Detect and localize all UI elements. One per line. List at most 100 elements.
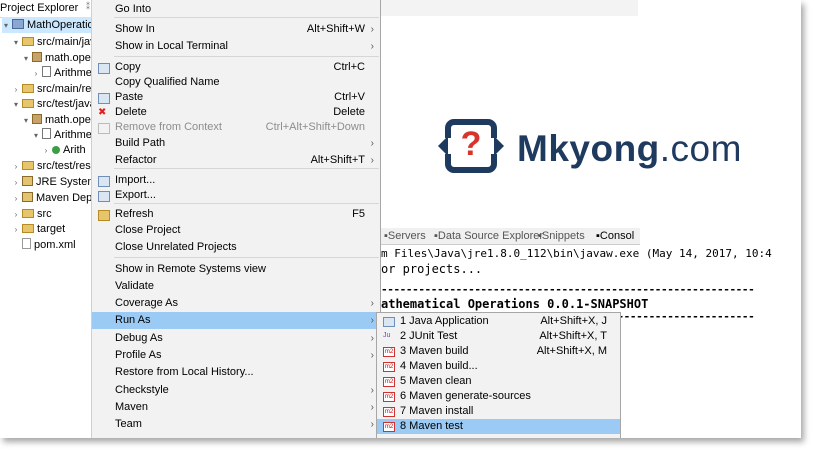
run-as-item-5-maven-clean[interactable]: m2 5 Maven clean bbox=[377, 374, 620, 389]
tree-item[interactable]: ▾ src/main/java bbox=[12, 34, 102, 50]
menu-item-debug-as[interactable]: Debug As › bbox=[92, 330, 380, 347]
chevron-right-icon[interactable]: › bbox=[32, 66, 40, 82]
menu-item-label: Coverage As bbox=[115, 297, 178, 309]
menu-item-refresh[interactable]: Refresh F5 bbox=[92, 206, 380, 223]
menu-item-show-in-local-terminal[interactable]: Show in Local Terminal › bbox=[92, 38, 380, 55]
chevron-down-icon[interactable]: ▾ bbox=[12, 35, 20, 51]
run-as-item-6-maven-generate-sources[interactable]: m2 6 Maven generate-sources bbox=[377, 389, 620, 404]
tree-item[interactable]: › src/test/reso bbox=[12, 158, 97, 174]
menu-item-go-into[interactable]: Go Into bbox=[92, 1, 380, 18]
editor-area-strip bbox=[380, 0, 638, 16]
tree-item[interactable]: ▾ src/test/java bbox=[12, 96, 96, 112]
menu-item-validate[interactable]: Validate bbox=[92, 278, 380, 295]
menu-item-profile-as[interactable]: Profile As › bbox=[92, 347, 380, 364]
chevron-down-icon[interactable]: ▾ bbox=[2, 18, 10, 34]
menu-item-checkstyle[interactable]: Checkstyle › bbox=[92, 382, 380, 399]
chevron-right-icon[interactable]: › bbox=[12, 222, 20, 238]
run-as-item-8-maven-test[interactable]: m2 8 Maven test bbox=[377, 419, 620, 434]
tree-item-label: Maven Depe bbox=[36, 192, 99, 204]
menu-item-run-as[interactable]: Run As › bbox=[92, 312, 380, 329]
menu-item-coverage-as[interactable]: Coverage As › bbox=[92, 295, 380, 312]
tree-item[interactable]: › JRE System bbox=[12, 174, 97, 190]
tree-item[interactable]: › src/main/reso bbox=[12, 81, 103, 97]
chevron-right-icon[interactable]: › bbox=[12, 175, 20, 191]
chevron-right-icon[interactable]: › bbox=[12, 159, 20, 175]
tree-item-label: math.oper bbox=[45, 114, 95, 126]
mkyong-logo-text: Mkyong.com bbox=[517, 128, 742, 169]
menu-item-label: Run As bbox=[115, 314, 151, 326]
console-tabs: ▪Servers ▪Data Source Explorer ▪Snippets… bbox=[378, 228, 640, 245]
tree-item-label: JRE System bbox=[36, 176, 97, 188]
menu-item-refactor[interactable]: Refactor Alt+Shift+T › bbox=[92, 152, 380, 169]
run-as-item-label: 8 Maven test bbox=[400, 420, 463, 432]
menu-item-restore-from-local-history[interactable]: Restore from Local History... bbox=[92, 364, 380, 381]
tree-item[interactable]: ▾ MathOperation bbox=[2, 17, 100, 33]
run-as-item-2-junit-test[interactable]: Ju 2 JUnit Test Alt+Shift+X, T bbox=[377, 329, 620, 344]
menu-item-label: Remove from Context bbox=[115, 121, 222, 133]
run-as-item-4-maven-build[interactable]: m2 4 Maven build... bbox=[377, 359, 620, 374]
menu-item-maven[interactable]: Maven › bbox=[92, 399, 380, 416]
package-icon bbox=[32, 114, 42, 124]
package-icon bbox=[32, 52, 42, 62]
menu-item-label: Debug As bbox=[115, 332, 163, 344]
chevron-right-icon[interactable]: › bbox=[12, 191, 20, 207]
menu-item-show-in[interactable]: Show In Alt+Shift+W › bbox=[92, 21, 380, 38]
chevron-down-icon[interactable]: ▾ bbox=[12, 97, 20, 113]
tree-item-label: Arithme bbox=[54, 129, 92, 141]
export-icon bbox=[98, 191, 110, 202]
folder-icon bbox=[22, 161, 34, 170]
tree-item[interactable]: › Maven Depe bbox=[12, 190, 98, 206]
chevron-right-icon[interactable]: › bbox=[42, 143, 50, 159]
tree-item-label: target bbox=[37, 223, 66, 235]
menu-item-label: Refresh bbox=[115, 208, 154, 220]
run-as-item-shortcut: Alt+Shift+X, M bbox=[536, 345, 607, 357]
tab-servers[interactable]: ▪Servers bbox=[384, 230, 426, 242]
tree-item[interactable]: › target bbox=[12, 221, 65, 237]
tree-item-label: math.oper bbox=[45, 52, 95, 64]
run-as-item-label: 2 JUnit Test bbox=[400, 330, 458, 342]
chevron-right-icon: › bbox=[370, 419, 374, 430]
menu-item-build-path[interactable]: Build Path › bbox=[92, 135, 380, 152]
tree-item[interactable]: › Arith bbox=[42, 142, 86, 158]
tree-item[interactable]: ▾ math.oper bbox=[22, 50, 95, 66]
tree-item[interactable]: ▾ Arithme bbox=[32, 127, 92, 143]
chevron-right-icon: › bbox=[370, 385, 374, 396]
project-icon bbox=[12, 19, 24, 29]
tree-item[interactable]: › Arithme bbox=[32, 65, 92, 81]
chevron-right-icon: › bbox=[370, 333, 374, 344]
menu-item-export[interactable]: Export... bbox=[92, 187, 380, 204]
tab-data-source-explorer[interactable]: ▪Data Source Explorer bbox=[434, 230, 543, 242]
menu-item-shortcut: F5 bbox=[352, 208, 365, 220]
menu-item-label: Show in Local Terminal bbox=[115, 40, 228, 52]
folder-icon bbox=[22, 84, 34, 93]
chevron-down-icon[interactable]: ▾ bbox=[22, 113, 30, 129]
run-as-item-shortcut: Alt+Shift+X, J bbox=[540, 315, 607, 327]
project-explorer-title: Project Explorer bbox=[0, 2, 79, 14]
tree-item[interactable]: ▾ math.oper bbox=[22, 112, 95, 128]
menu-item-team[interactable]: Team › bbox=[92, 416, 380, 433]
run-as-item-1-java-application[interactable]: 1 Java Application Alt+Shift+X, J bbox=[377, 314, 620, 329]
tree-item[interactable]: › src bbox=[12, 206, 52, 222]
eclipse-window: Project Explorer ⁑ ▾ MathOperation ▾ src/ma… bbox=[0, 0, 801, 438]
menu-item-show-in-remote-systems-view[interactable]: Show in Remote Systems view bbox=[92, 261, 380, 278]
chevron-down-icon[interactable]: ▾ bbox=[22, 51, 30, 67]
run-as-item-7-maven-install[interactable]: m2 7 Maven install bbox=[377, 404, 620, 419]
tree-item-label: src bbox=[37, 208, 52, 220]
chevron-down-icon[interactable]: ▾ bbox=[32, 128, 40, 144]
tab-console[interactable]: ▪Consol bbox=[596, 230, 634, 242]
run-as-item-label: 4 Maven build... bbox=[400, 360, 478, 372]
run-as-item-label: 6 Maven generate-sources bbox=[400, 390, 531, 402]
tree-item[interactable]: pom.xml bbox=[12, 237, 76, 253]
menu-item-close-project[interactable]: Close Project bbox=[92, 222, 380, 239]
junit-icon: Ju bbox=[383, 332, 391, 339]
menu-item-close-unrelated-projects[interactable]: Close Unrelated Projects bbox=[92, 239, 380, 256]
chevron-right-icon: › bbox=[370, 315, 374, 326]
tab-snippets[interactable]: ▪Snippets bbox=[538, 230, 585, 242]
folder-icon bbox=[22, 224, 34, 233]
java-file-icon bbox=[42, 66, 51, 77]
maven-icon: m2 bbox=[383, 377, 395, 387]
run-as-item-label: 7 Maven install bbox=[400, 405, 474, 417]
run-as-item-3-maven-build[interactable]: m2 3 Maven build Alt+Shift+X, M bbox=[377, 344, 620, 359]
explorer-menu-icon[interactable]: ⁑ bbox=[86, 2, 90, 11]
menu-item-shortcut: Ctrl+Alt+Shift+Down bbox=[265, 121, 365, 133]
